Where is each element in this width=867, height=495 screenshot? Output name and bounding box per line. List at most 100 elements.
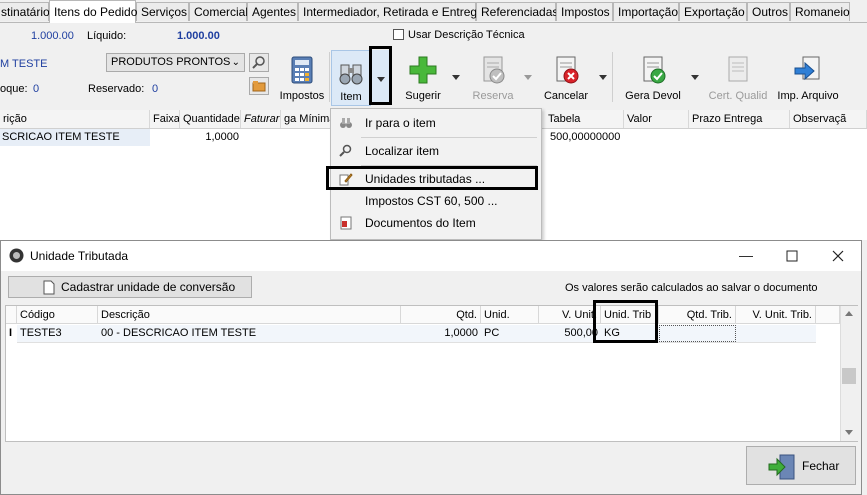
sugerir-button[interactable]: Sugerir xyxy=(398,50,448,106)
item-context-menu: Ir para o item Localizar item Unidades t… xyxy=(330,108,542,240)
usar-descricao-checkbox[interactable] xyxy=(393,29,404,40)
calculator-icon xyxy=(291,56,313,84)
col-descricao[interactable]: rição xyxy=(0,110,150,128)
item-name: M TESTE xyxy=(0,58,48,70)
close-button[interactable] xyxy=(815,241,861,271)
tab-romaneio[interactable]: Romaneio xyxy=(790,2,850,21)
minimize-icon: — xyxy=(739,247,753,263)
col-tabela[interactable]: Tabela xyxy=(545,110,624,128)
col-qtd-trib[interactable]: Qtd. Trib. xyxy=(659,306,736,324)
col-observacao[interactable]: Observaçã xyxy=(790,110,867,128)
col-carga-minima[interactable]: ga Mínima xyxy=(281,110,331,128)
reservado-label: Reservado: xyxy=(88,83,145,95)
cert-qualid-button[interactable]: Cert. Qualid xyxy=(704,50,772,106)
cell-unid: PC xyxy=(484,327,500,339)
col-faturar[interactable]: Faturar xyxy=(241,110,281,128)
plus-icon xyxy=(409,56,437,84)
tab-comercial[interactable]: Comercial xyxy=(189,2,248,21)
tab-agentes[interactable]: Agentes xyxy=(247,2,298,21)
menu-label-unidades-tributadas: Unidades tributadas ... xyxy=(365,172,486,186)
import-file-icon xyxy=(794,56,820,81)
row-tabela: 500,00000000 xyxy=(550,131,621,143)
tab-intermediador[interactable]: Intermediador, Retirada e Entrega xyxy=(298,2,484,21)
open-button[interactable] xyxy=(249,77,269,95)
unidade-grid: Código Descrição Qtd. Unid. V. Unit. Uni… xyxy=(5,305,858,442)
col-descricao[interactable]: Descrição xyxy=(98,306,401,324)
tab-referenciadas[interactable]: Referenciadas xyxy=(476,2,558,21)
menu-label-localizar-item: Localizar item xyxy=(365,144,440,158)
tab-importacao[interactable]: Importação xyxy=(613,2,679,21)
cell-qtd-trib[interactable] xyxy=(659,325,736,342)
col-codigo[interactable]: Código xyxy=(17,306,98,324)
tab-servicos[interactable]: Serviços xyxy=(136,2,189,21)
impostos-button[interactable]: Impostos xyxy=(276,50,328,106)
vertical-scrollbar[interactable] xyxy=(840,306,858,441)
col-v-unit[interactable]: V. Unit. xyxy=(539,306,601,324)
folder-icon xyxy=(252,81,266,92)
cell-v-unit-trib[interactable] xyxy=(736,325,816,342)
tab-outros[interactable]: Outros xyxy=(747,2,790,21)
exit-door-icon xyxy=(768,454,795,480)
col-v-unit-trib[interactable]: V. Unit. Trib. xyxy=(736,306,816,324)
col-faixa[interactable]: Faixa xyxy=(150,110,180,128)
gera-devol-button[interactable]: Gera Devol xyxy=(620,50,686,106)
estoque-value: 0 xyxy=(33,83,40,95)
edit-icon xyxy=(339,173,353,186)
minimize-button[interactable]: — xyxy=(723,241,769,271)
cancel-document-icon xyxy=(556,56,579,84)
cell-qtd: 1,0000 xyxy=(444,327,478,339)
reserva-button[interactable]: Reserva xyxy=(468,50,518,106)
gera-devol-label: Gera Devol xyxy=(625,90,681,102)
menu-item-localizar-item[interactable]: Localizar item xyxy=(332,140,540,162)
item-dropdown-button[interactable] xyxy=(371,50,390,104)
unidade-tributada-dialog: Unidade Tributada — Cadastrar unidade de… xyxy=(0,240,862,495)
reserva-dropdown-icon[interactable] xyxy=(524,75,532,80)
tab-exportacao[interactable]: Exportação xyxy=(679,2,747,21)
col-quantidade[interactable]: Quantidade xyxy=(180,110,241,128)
sugerir-dropdown-icon[interactable] xyxy=(452,75,460,80)
cancelar-button[interactable]: Cancelar xyxy=(540,50,592,106)
search-button[interactable] xyxy=(249,53,269,72)
dropdown-arrow-icon xyxy=(377,77,385,82)
row-descricao: SCRICAO ITEM TESTE xyxy=(2,131,120,143)
dialog-titlebar: Unidade Tributada — xyxy=(1,241,861,271)
cadastrar-unidade-button[interactable]: Cadastrar unidade de conversão xyxy=(8,276,252,298)
menu-label-impostos-cst: Impostos CST 60, 500 ... xyxy=(365,194,498,208)
cell-unid-trib[interactable]: KG xyxy=(601,325,659,342)
scroll-down-icon[interactable] xyxy=(845,430,853,435)
document-icon xyxy=(340,216,352,230)
fechar-label: Fechar xyxy=(802,459,840,473)
col-unid-trib[interactable]: Unid. Trib xyxy=(601,306,659,324)
col-valor[interactable]: Valor xyxy=(624,110,689,128)
produtos-combo-value: PRODUTOS PRONTOS xyxy=(111,56,231,68)
gera-devol-dropdown-icon[interactable] xyxy=(691,75,699,80)
fechar-button[interactable]: Fechar xyxy=(746,446,856,485)
tab-destinatario[interactable]: stinatário xyxy=(0,2,50,21)
menu-item-unidades-tributadas[interactable]: Unidades tributadas ... xyxy=(332,168,540,190)
scroll-up-icon[interactable] xyxy=(845,311,853,316)
produtos-combo[interactable]: PRODUTOS PRONTOS ⌄ xyxy=(106,53,245,72)
return-document-icon xyxy=(643,56,666,84)
sugerir-label: Sugerir xyxy=(405,90,441,102)
row-quantidade: 1,0000 xyxy=(205,131,239,143)
maximize-button[interactable] xyxy=(769,241,815,271)
col-prazo-entrega[interactable]: Prazo Entrega xyxy=(689,110,790,128)
scroll-thumb[interactable] xyxy=(842,368,856,384)
tab-itens-do-pedido[interactable]: Itens do Pedido xyxy=(49,0,137,23)
info-text: Os valores serão calculados ao salvar o … xyxy=(565,282,818,294)
menu-label-documentos-do-item: Documentos do Item xyxy=(365,216,476,230)
menu-item-documentos-do-item[interactable]: Documentos do Item xyxy=(332,212,540,234)
col-filler xyxy=(816,306,840,324)
app-icon xyxy=(9,248,24,263)
col-qtd[interactable]: Qtd. xyxy=(401,306,481,324)
item-button[interactable]: Item xyxy=(331,50,371,106)
cancelar-dropdown-icon[interactable] xyxy=(599,75,607,80)
tab-impostos[interactable]: Impostos xyxy=(556,2,613,21)
certificate-icon xyxy=(728,56,748,82)
col-unid[interactable]: Unid. xyxy=(481,306,539,324)
text-cursor-icon: I xyxy=(9,327,13,339)
menu-item-ir-para-item[interactable]: Ir para o item xyxy=(332,112,540,134)
estoque-label: oque: xyxy=(0,83,28,95)
imp-arquivo-button[interactable]: Imp. Arquivo xyxy=(772,50,844,106)
menu-item-impostos-cst[interactable]: Impostos CST 60, 500 ... xyxy=(332,190,540,212)
